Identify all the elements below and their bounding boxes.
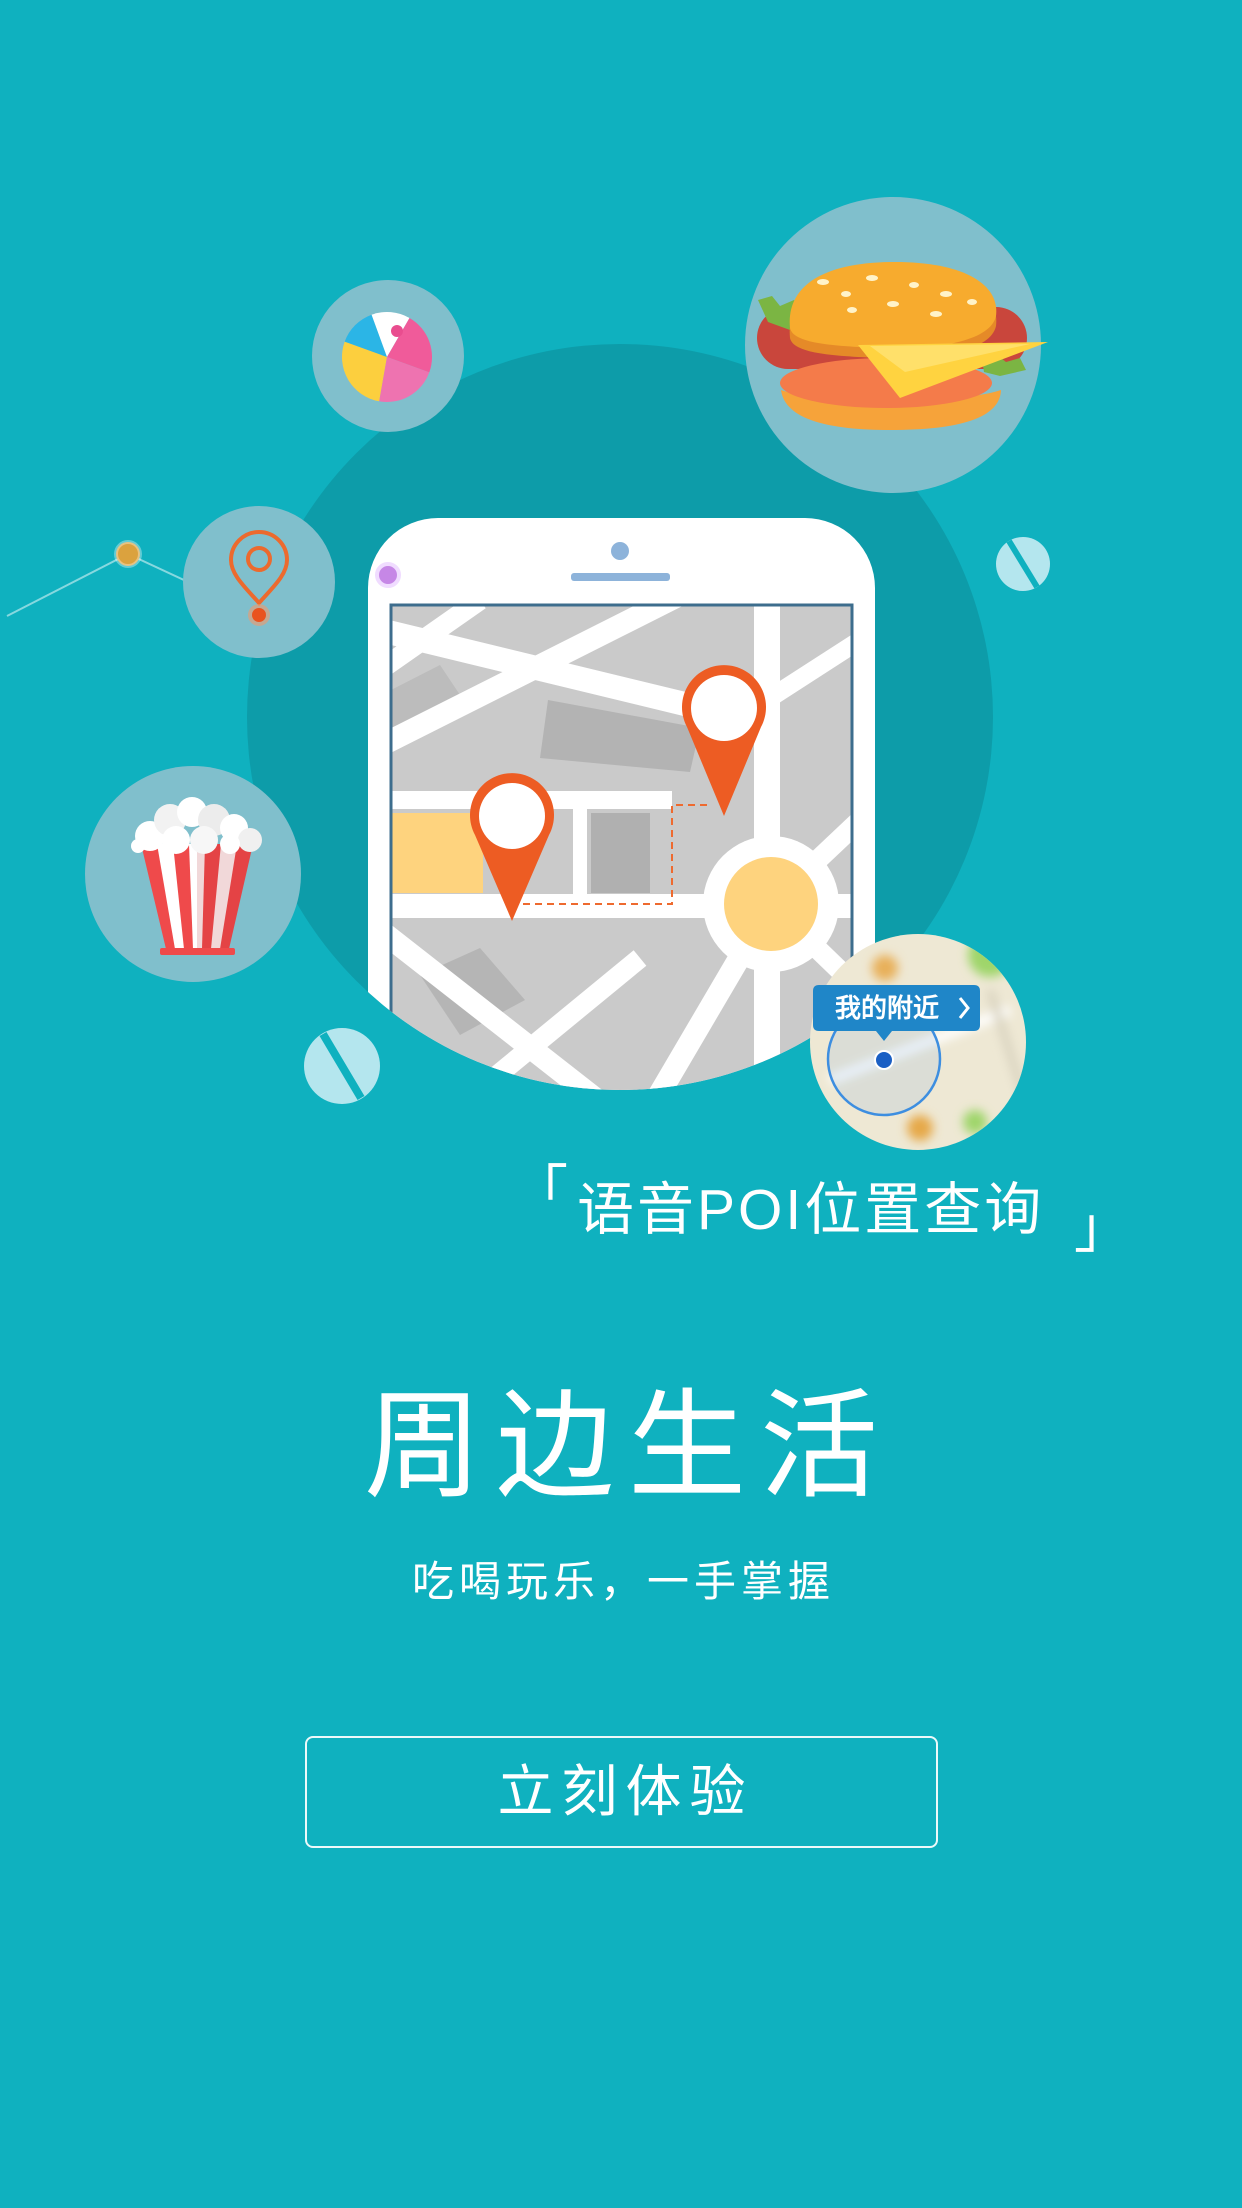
feature-bracket-close: 」 xyxy=(1074,1196,1130,1259)
pill-icon xyxy=(996,537,1050,591)
pill-icon xyxy=(304,1028,380,1104)
location-dot xyxy=(874,1050,894,1070)
roundabout-center xyxy=(724,857,818,951)
nearby-map-bubble xyxy=(810,934,1026,1150)
page-title: 周边生活 xyxy=(363,1381,892,1513)
nearby-label: 我的附近 xyxy=(835,993,939,1023)
connector-dot xyxy=(114,540,142,568)
map-screen xyxy=(391,605,852,1090)
hamburger-bubble xyxy=(745,197,1048,493)
phone-speaker xyxy=(571,573,670,581)
feature-name: 语音POI位置查询 xyxy=(577,1178,1045,1242)
popcorn-bubble xyxy=(85,766,301,982)
phone-map-icon xyxy=(368,518,875,1090)
map-park xyxy=(391,813,483,893)
connector-dot xyxy=(375,562,401,588)
try-now-button[interactable]: 立刻体验 xyxy=(305,1736,938,1848)
page-subtitle: 吃喝玩乐，一手掌握 xyxy=(411,1558,835,1605)
phone-camera xyxy=(611,542,629,560)
map-block xyxy=(591,813,650,893)
beach-ball-bubble xyxy=(312,280,464,432)
feature-bracket-open: 「 xyxy=(512,1160,568,1223)
splash-screen: { "colors": { "background": "#0fb1bf", "… xyxy=(0,0,1242,2208)
bubble xyxy=(183,506,335,658)
hero-illustration: 我的附近 xyxy=(6,197,1050,1150)
location-bubble xyxy=(183,506,335,658)
beach-ball-icon xyxy=(341,311,433,402)
